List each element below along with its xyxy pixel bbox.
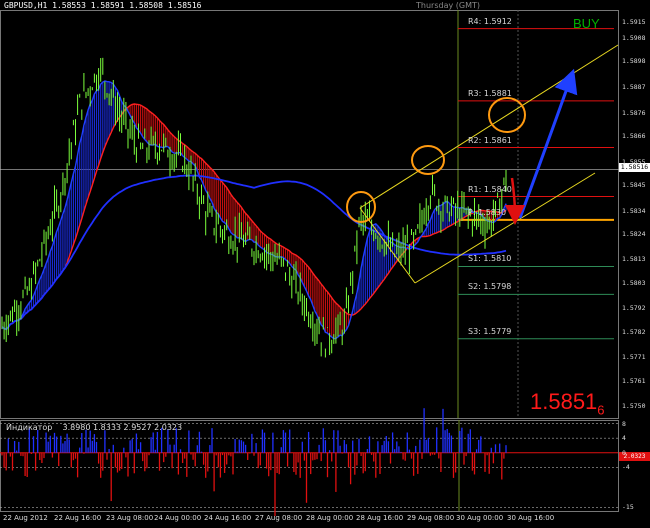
time-axis-label: 27 Aug 08:00 (255, 514, 303, 522)
price-axis-label: 1.5855 (622, 157, 646, 166)
pivot-label: R1: 1.5840 (468, 184, 512, 194)
indicator-axis-label: 8 (622, 419, 626, 428)
price-axis-label: 1.5771 (622, 353, 646, 362)
pivot-label: R3: 1.5881 (468, 88, 512, 98)
price-axis-label: 1.5898 (622, 57, 646, 66)
pivot-label: S2: 1.5798 (468, 282, 512, 292)
time-axis-label: 22 Aug 2012 (3, 514, 48, 522)
time-axis-label: 23 Aug 08:00 (106, 514, 154, 522)
price-axis-label: 1.5824 (622, 229, 646, 238)
current-price-display: 1.58516 (530, 389, 605, 418)
chart-window[interactable]: GBPUSD,H1 1.58553 1.58591 1.58508 1.5851… (0, 0, 650, 524)
time-axis-label: 28 Aug 16:00 (356, 514, 404, 522)
indicator-axis-label: -4 (622, 463, 630, 472)
time-axis-label: 24 Aug 16:00 (204, 514, 252, 522)
indicator-title: Индикатор 3.8980 1.8333 2.9527 2.0323 (6, 423, 183, 432)
price-axis-label: 1.5834 (622, 206, 646, 215)
main-chart-frame (0, 10, 619, 419)
price-axis-label: 1.5915 (622, 17, 646, 26)
pivot-label: R4: 1.5912 (468, 16, 512, 26)
indicator-axis-label: -15 (622, 503, 634, 512)
time-axis-label: 28 Aug 00:00 (306, 514, 354, 522)
price-axis-label: 1.5782 (622, 327, 646, 336)
session-label: Thursday (GMT) (416, 1, 480, 10)
price-axis-label: 1.5887 (622, 82, 646, 91)
pivot-label: R2: 1.5861 (468, 135, 512, 145)
price-axis-label: 1.5761 (622, 376, 646, 385)
indicator-frame (0, 420, 619, 512)
time-axis-label: 22 Aug 16:00 (54, 514, 102, 522)
time-axis-label: 24 Aug 00:00 (154, 514, 202, 522)
highlight-circle (411, 145, 445, 175)
time-axis-label: 30 Aug 16:00 (507, 514, 555, 522)
pivot-label: S3: 1.5779 (468, 326, 512, 336)
price-axis-label: 1.5750 (622, 402, 646, 411)
symbol-info: GBPUSD,H1 1.58553 1.58591 1.58508 1.5851… (4, 1, 202, 10)
price-axis-label: 1.5908 (622, 33, 646, 42)
price-axis-label: 1.5813 (622, 255, 646, 264)
price-axis-label: 1.5866 (622, 131, 646, 140)
price-axis-label: 1.5845 (622, 180, 646, 189)
pivot-label: S1: 1.5810 (468, 254, 512, 264)
time-axis-label: 30 Aug 00:00 (456, 514, 504, 522)
price-axis-label: 1.5876 (622, 108, 646, 117)
pivot-label: P: 1.5830 (468, 207, 507, 217)
price-axis-label: 1.5803 (622, 278, 646, 287)
time-axis-label: 29 Aug 08:00 (407, 514, 455, 522)
price-axis-label: 1.5792 (622, 304, 646, 313)
indicator-axis-label: 0 (622, 448, 626, 457)
buy-signal-label: BUY (573, 16, 600, 31)
indicator-axis-label: 4 (622, 434, 626, 443)
price-chart-canvas[interactable] (0, 0, 650, 524)
